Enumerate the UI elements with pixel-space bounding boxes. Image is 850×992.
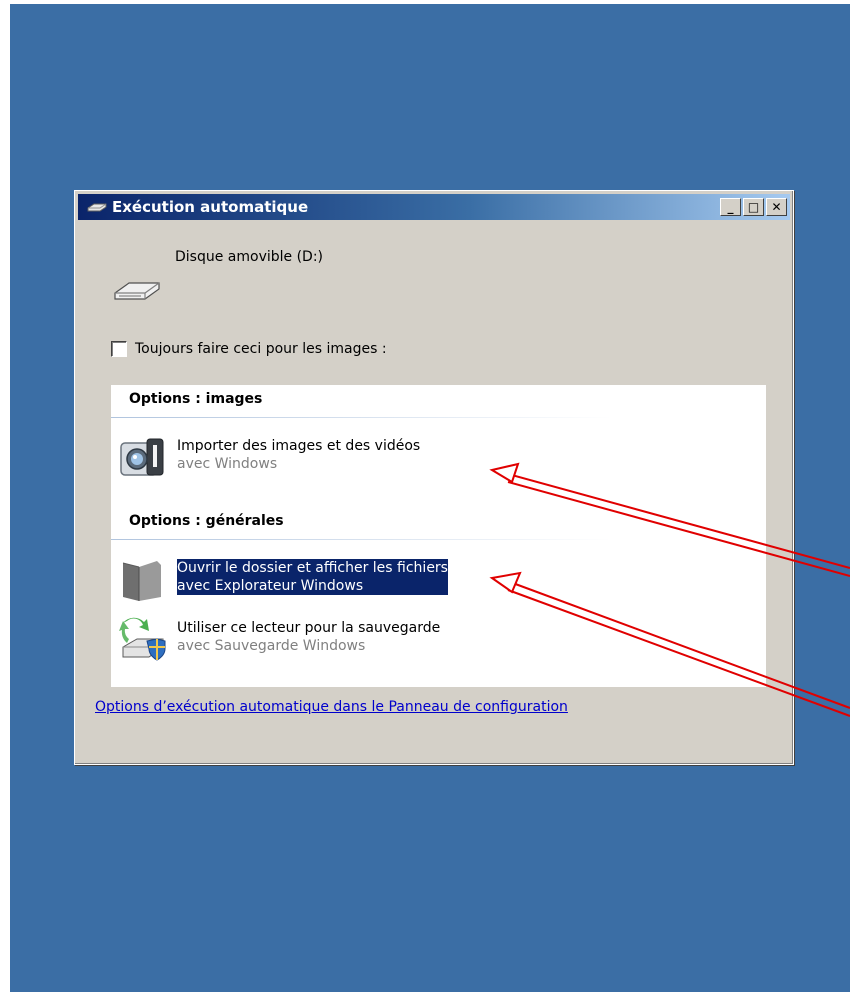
option-open-folder[interactable]: Ouvrir le dossier et afficher les fichie…: [111, 553, 766, 601]
backup-drive-icon: [119, 617, 166, 661]
minimize-button[interactable]: _: [720, 198, 741, 216]
maximize-icon: □: [747, 200, 760, 214]
folder-icon: [122, 561, 161, 601]
title-bar[interactable]: Exécution automatique _ □ ✕: [78, 194, 790, 220]
option-title: Ouvrir le dossier et afficher les fichie…: [177, 560, 448, 576]
section-divider: [111, 539, 611, 540]
drive-icon: [87, 203, 107, 212]
close-button[interactable]: ✕: [766, 198, 787, 216]
always-do-this-label: Toujours faire ceci pour les images :: [135, 341, 387, 357]
close-icon: ✕: [771, 200, 782, 214]
section-divider: [111, 417, 611, 418]
option-backup[interactable]: Utiliser ce lecteur pour la sauvegarde a…: [111, 613, 766, 661]
section-header-images: Options : images: [129, 391, 263, 407]
always-do-this-row[interactable]: Toujours faire ceci pour les images :: [111, 341, 387, 357]
window-title: Exécution automatique: [112, 198, 309, 216]
autoplay-dialog: Exécution automatique _ □ ✕ Disque amovi…: [74, 190, 794, 765]
section-header-general: Options : générales: [129, 513, 284, 529]
option-subtitle: avec Explorateur Windows: [177, 578, 364, 594]
camera-icon: [120, 438, 164, 476]
maximize-button[interactable]: □: [743, 198, 764, 216]
option-subtitle: avec Sauvegarde Windows: [177, 638, 366, 654]
device-label: Disque amovible (D:): [175, 249, 324, 265]
always-do-this-checkbox[interactable]: [111, 341, 127, 357]
option-import-images[interactable]: Importer des images et des vidéos avec W…: [111, 431, 766, 479]
options-panel: Options : images Importer des images et …: [111, 385, 766, 687]
option-title: Importer des images et des vidéos: [177, 438, 421, 454]
option-title: Utiliser ce lecteur pour la sauvegarde: [177, 620, 441, 636]
option-subtitle: avec Windows: [177, 456, 278, 472]
removable-drive-icon: [114, 282, 160, 300]
control-panel-link[interactable]: Options d’exécution automatique dans le …: [95, 699, 568, 715]
minimize-icon: _: [727, 200, 734, 214]
